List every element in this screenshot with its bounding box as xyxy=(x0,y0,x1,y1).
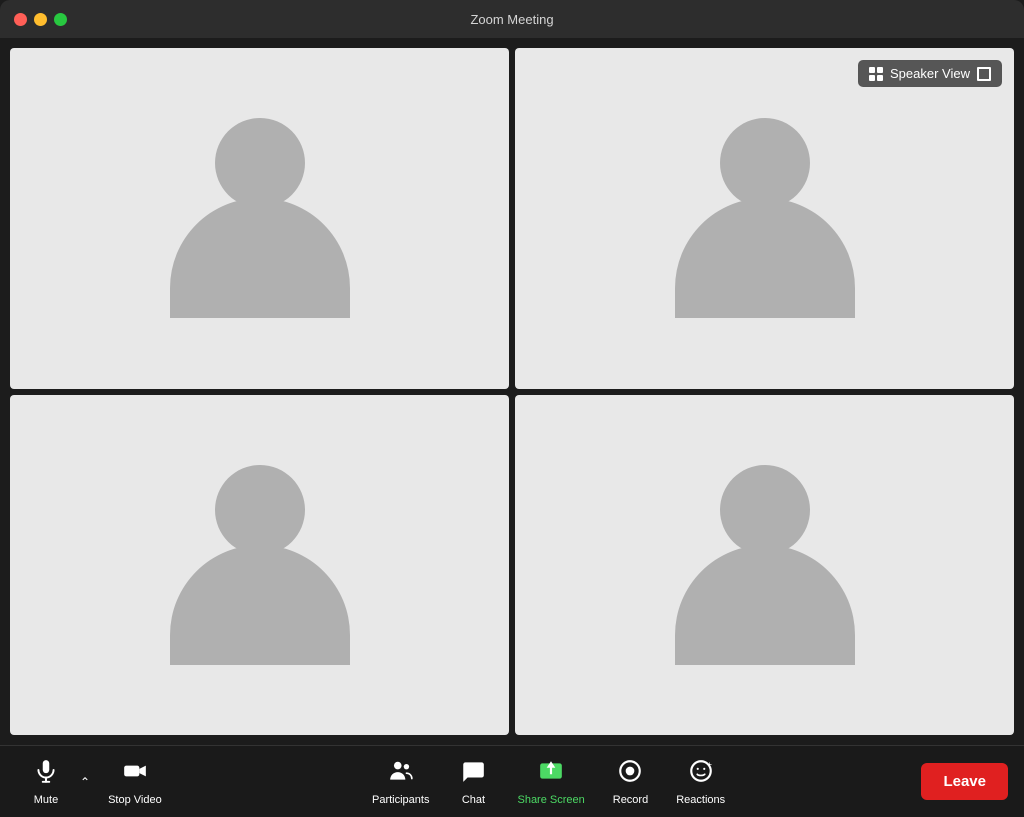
share-screen-button[interactable]: Share Screen xyxy=(503,752,598,812)
close-button[interactable] xyxy=(14,13,27,26)
participants-label: Participants xyxy=(372,794,429,806)
record-icon xyxy=(617,758,643,789)
avatar-body xyxy=(170,545,350,665)
grid-icon xyxy=(869,67,883,81)
svg-text:+: + xyxy=(707,759,712,768)
reactions-label: Reactions xyxy=(676,794,725,806)
video-cell-3 xyxy=(10,395,509,736)
avatar-3 xyxy=(170,465,350,665)
mute-group: Mute ⌃ xyxy=(16,752,94,812)
participants-button[interactable]: Participants xyxy=(358,752,443,812)
maximize-button[interactable] xyxy=(54,13,67,26)
avatar-head xyxy=(215,465,305,555)
speaker-view-button[interactable]: Speaker View xyxy=(858,60,1002,87)
avatar-head xyxy=(720,465,810,555)
toolbar-left: Mute ⌃ Stop Video xyxy=(16,752,176,812)
mute-label: Mute xyxy=(34,794,58,806)
speaker-view-label: Speaker View xyxy=(890,66,970,81)
microphone-icon xyxy=(33,758,59,789)
stop-video-label: Stop Video xyxy=(108,794,162,806)
reactions-button[interactable]: + Reactions xyxy=(662,752,739,812)
avatar-body xyxy=(675,545,855,665)
toolbar-center: Participants Chat Share Screen xyxy=(176,752,922,812)
video-cell-2 xyxy=(515,48,1014,389)
stop-video-button[interactable]: Stop Video xyxy=(94,752,176,812)
video-grid xyxy=(10,48,1014,735)
chat-label: Chat xyxy=(462,794,485,806)
avatar-body xyxy=(170,198,350,318)
fullscreen-icon xyxy=(977,67,991,81)
window-title: Zoom Meeting xyxy=(470,12,553,27)
chat-button[interactable]: Chat xyxy=(443,752,503,812)
avatar-head xyxy=(720,118,810,208)
share-screen-icon xyxy=(538,758,564,789)
leave-button[interactable]: Leave xyxy=(921,763,1008,800)
record-label: Record xyxy=(613,794,648,806)
video-cell-4 xyxy=(515,395,1014,736)
reactions-icon: + xyxy=(688,758,714,789)
minimize-button[interactable] xyxy=(34,13,47,26)
share-screen-label: Share Screen xyxy=(517,794,584,806)
mute-button[interactable]: Mute xyxy=(16,752,76,812)
avatar-body xyxy=(675,198,855,318)
avatar-2 xyxy=(675,118,855,318)
title-bar: Zoom Meeting xyxy=(0,0,1024,38)
toolbar-right: Leave xyxy=(921,763,1008,800)
toolbar: Mute ⌃ Stop Video xyxy=(0,745,1024,817)
window-controls xyxy=(14,13,67,26)
avatar-head xyxy=(215,118,305,208)
avatar-4 xyxy=(675,465,855,665)
participants-icon xyxy=(388,758,414,789)
mute-chevron-button[interactable]: ⌃ xyxy=(76,769,94,795)
chat-icon xyxy=(460,758,486,789)
avatar-1 xyxy=(170,118,350,318)
video-cell-1 xyxy=(10,48,509,389)
video-area: Speaker View xyxy=(0,38,1024,745)
camera-icon xyxy=(122,758,148,789)
record-button[interactable]: Record xyxy=(599,752,662,812)
